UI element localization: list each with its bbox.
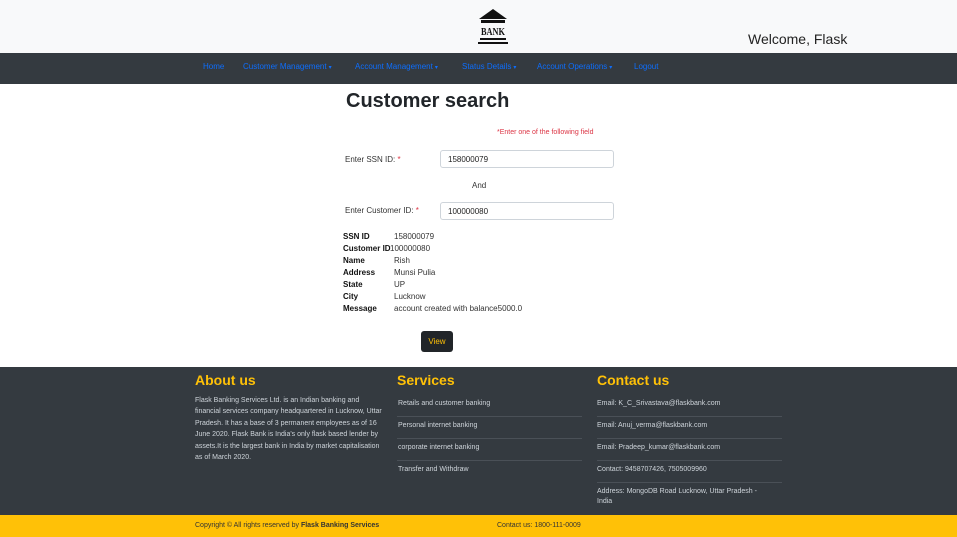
detail-key: Name [343,256,365,265]
contact-email-1[interactable]: Email: K_C_Srivastava@flaskbank.com [597,400,782,417]
footer: About us Flask Banking Services Ltd. is … [0,367,957,515]
nav-account-management[interactable]: Account Management ▾ [355,62,438,71]
services-heading: Services [397,372,455,388]
detail-value: UP [394,280,406,289]
nav-customer-management[interactable]: Customer Management ▾ [243,62,332,71]
copyright-company: Flask Banking Services [300,522,380,529]
detail-key: City [343,292,359,301]
nav-status-details-label: Status Details [462,62,512,71]
service-item-label: corporate internet banking [398,444,480,451]
nav-logout[interactable]: Logout [634,62,658,71]
customer-id-label: Enter Customer ID: * [345,206,419,215]
nav-logout-label: Logout [634,62,659,71]
ssn-input[interactable]: 158000079 [440,150,614,168]
detail-row: State UP [343,280,583,291]
required-star: * [415,206,419,215]
and-text: And [472,181,487,190]
customer-id-label-text: Enter Customer ID: [345,206,414,215]
about-heading: About us [195,372,256,388]
detail-value: 100000080 [390,244,431,253]
nav-customer-management-label: Customer Management [243,62,327,71]
contact-address: Address: MongoDB Road Lucknow, Uttar Pra… [597,488,757,505]
detail-key: Address [343,268,376,277]
service-item[interactable]: Personal internet banking [397,416,582,439]
service-item[interactable]: Transfer and Withdraw [397,460,582,482]
nav-account-operations-label: Account Operations [537,62,608,71]
required-note: *Enter one of the following field [497,129,594,136]
detail-row: Address Munsi Pulia [343,268,583,279]
service-item-label: Personal internet banking [398,422,478,429]
chevron-down-icon: ▾ [513,65,517,71]
welcome-text: Welcome, Flask [748,31,848,47]
detail-value: account created with balance5000.0 [394,304,523,313]
bank-logo[interactable]: BANK [477,8,509,46]
top-header: BANK Welcome, Flask [0,0,957,53]
detail-row: City Lucknow [343,292,583,303]
contact-heading: Contact us [597,372,670,388]
contact-email-3[interactable]: Email: Pradeep_kumar@flaskbank.com [597,444,782,461]
nav-status-details[interactable]: Status Details ▾ [462,62,516,71]
ssn-label: Enter SSN ID: * [345,155,401,164]
detail-row: SSN ID 158000079 [343,232,583,243]
detail-row: Customer ID 100000080 [343,244,583,255]
required-star: * [397,155,401,164]
chevron-down-icon: ▾ [434,65,438,71]
service-item-label: Retails and customer banking [398,400,491,407]
detail-key: State [343,280,363,289]
detail-key: Customer ID [343,244,391,253]
service-item-label: Transfer and Withdraw [398,466,469,473]
contact-email-2[interactable]: Email: Anuj_verma@flaskbank.com [597,422,782,439]
view-button[interactable]: View [421,331,453,352]
service-item[interactable]: corporate internet banking [397,438,582,461]
detail-key: SSN ID [343,232,370,241]
about-text: Flask Banking Services Ltd. is an Indian… [195,397,382,462]
detail-key: Message [343,304,377,313]
detail-row: Name Rish [343,256,583,267]
detail-value: Lucknow [394,292,426,301]
page-title: Customer search [346,90,510,112]
contact-phone: Contact: 9458707426, 7505009960 [597,466,782,483]
copyright-contact: Contact us: 1800-111-0009 [497,522,581,529]
chevron-down-icon: ▾ [609,65,613,71]
copyright-bar: Copyright © All rights reserved by Flask… [0,515,957,537]
customer-id-input[interactable]: 100000080 [440,202,614,220]
copyright-prefix: Copyright © All rights reserved by [195,522,299,529]
detail-value: Rish [394,256,411,265]
main-navbar: Home Customer Management ▾ Account Manage… [0,53,957,84]
nav-home[interactable]: Home [203,62,224,71]
nav-account-operations[interactable]: Account Operations ▾ [537,62,612,71]
nav-account-management-label: Account Management [355,62,433,71]
nav-home-label: Home [203,62,225,71]
detail-value: 158000079 [394,232,435,241]
chevron-down-icon: ▾ [328,65,332,71]
service-item[interactable]: Retails and customer banking [397,394,582,417]
copyright-text: Copyright © All rights reserved by Flask… [195,522,379,529]
bank-logo-text: BANK [481,27,505,38]
detail-row: Message account created with balance5000… [343,304,583,315]
ssn-label-text: Enter SSN ID: [345,155,396,164]
detail-value: Munsi Pulia [394,268,436,277]
